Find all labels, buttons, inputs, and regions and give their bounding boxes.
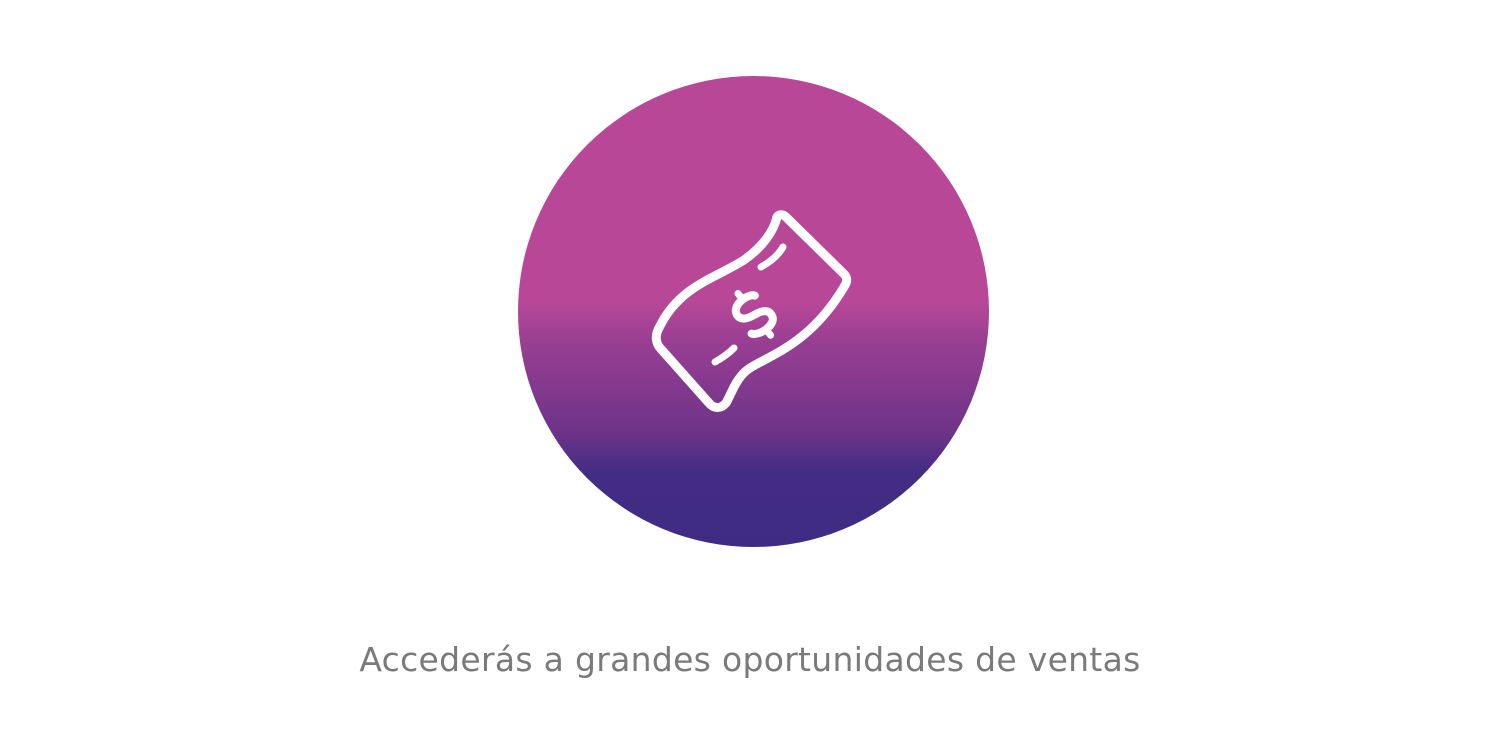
caption-text: Accederás a grandes oportunidades de ven… xyxy=(359,640,1141,679)
money-bill-dollar-icon xyxy=(651,210,852,412)
hero-circle xyxy=(518,76,989,547)
page: Accederás a grandes oportunidades de ven… xyxy=(0,0,1500,755)
